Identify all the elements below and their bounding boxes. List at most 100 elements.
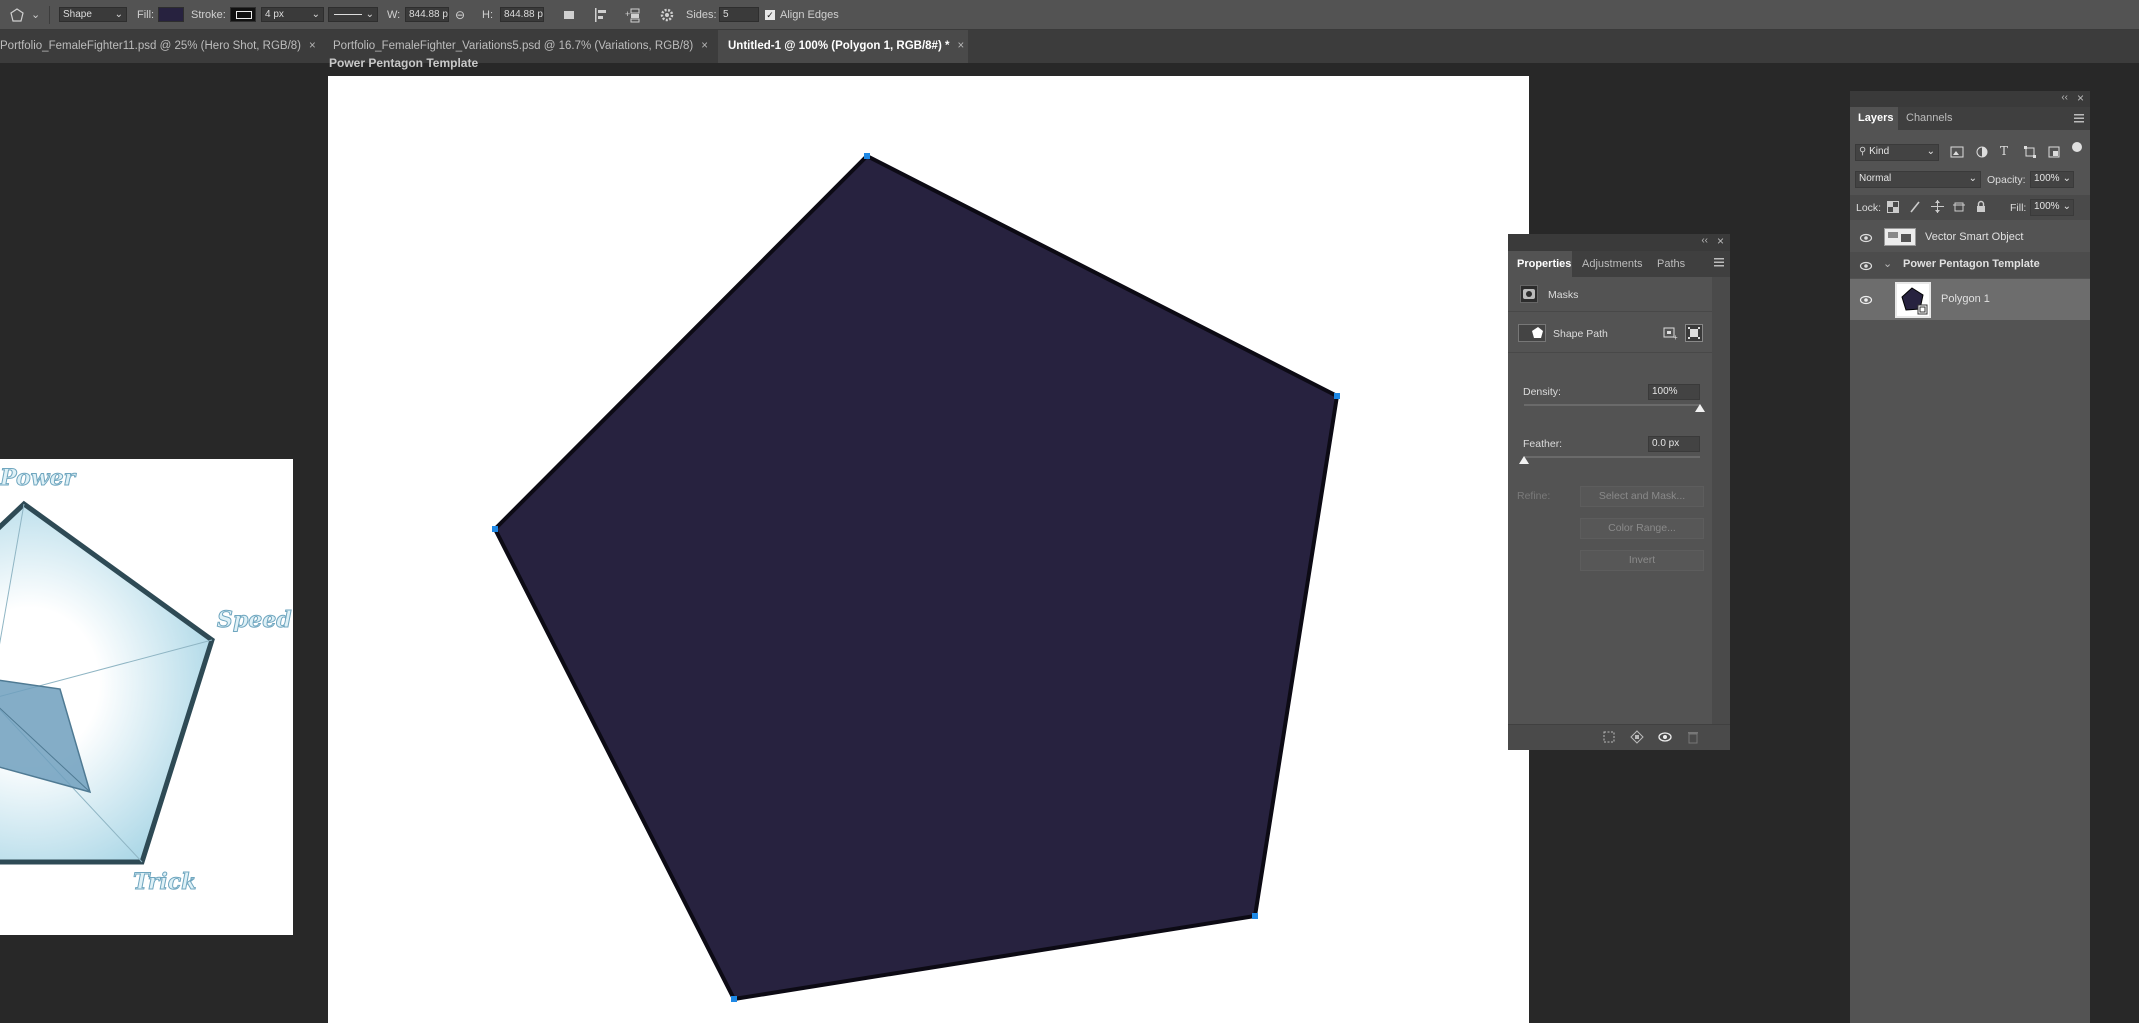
lock-all-icon[interactable] <box>1975 200 1987 213</box>
collapse-icon[interactable]: ‹‹ <box>1701 235 1708 246</box>
tab-properties[interactable]: Properties <box>1508 251 1572 277</box>
properties-panel-header[interactable]: ‹‹ × <box>1508 234 1730 251</box>
path-alignment-icon[interactable] <box>592 6 610 24</box>
tab-hero-shot[interactable]: Portfolio_FemaleFighter11.psd @ 25% (Her… <box>0 30 328 63</box>
reference-label-trick: Trick <box>132 869 197 896</box>
feather-input[interactable]: 0.0 px <box>1648 436 1700 452</box>
density-input[interactable]: 100% <box>1648 384 1700 400</box>
feather-slider-thumb[interactable] <box>1519 456 1529 464</box>
fill-input[interactable]: 100% ⌄ <box>2030 199 2074 216</box>
lock-transparent-pixels-icon[interactable] <box>1887 201 1899 213</box>
chevron-down-icon: ⌄ <box>2062 173 2071 184</box>
properties-footer <box>1508 724 1730 750</box>
svg-text:+: + <box>1673 333 1678 341</box>
feather-slider-track[interactable] <box>1524 456 1700 458</box>
width-input[interactable]: 844.88 p <box>405 7 449 22</box>
density-label: Density: <box>1523 386 1561 398</box>
adjustment-layer-filter-icon[interactable] <box>1975 145 1989 159</box>
collapse-icon[interactable]: ‹‹ <box>2061 92 2068 103</box>
lock-position-icon[interactable] <box>1931 200 1944 213</box>
feather-label: Feather: <box>1523 438 1563 450</box>
tab-layers[interactable]: Layers <box>1850 107 1898 130</box>
eye-icon[interactable] <box>1859 259 1873 273</box>
pentagon-artwork <box>492 153 1340 1002</box>
tool-preset-chevron-icon[interactable]: ⌄ <box>31 0 40 30</box>
close-icon[interactable]: × <box>701 40 708 52</box>
select-and-mask-button[interactable]: Select and Mask... <box>1580 486 1704 507</box>
tab-channels[interactable]: Channels <box>1906 107 1952 130</box>
fill-label: Fill: <box>2010 202 2027 214</box>
pentagon-shape[interactable] <box>492 153 1340 1002</box>
stroke-color-swatch[interactable] <box>230 7 256 22</box>
fill-color-swatch[interactable] <box>158 7 184 22</box>
link-icon[interactable]: ⊖ <box>455 0 465 30</box>
close-icon[interactable]: × <box>957 40 964 52</box>
tool-mode-select[interactable]: Shape ⌄ <box>59 7 127 22</box>
sides-input[interactable]: 5 <box>719 7 759 22</box>
close-icon[interactable]: × <box>2077 91 2084 105</box>
divider <box>1508 311 1712 312</box>
svg-text:+: + <box>625 9 630 19</box>
layers-panel-header[interactable]: ‹‹ × <box>1850 91 2090 107</box>
eye-icon[interactable] <box>1658 730 1672 744</box>
trash-icon[interactable] <box>1686 730 1700 744</box>
stroke-type-select[interactable]: ⌄ <box>328 7 378 22</box>
stroke-width-select[interactable]: 4 px ⌄ <box>261 7 324 22</box>
polygon-tool-icon[interactable] <box>8 6 26 24</box>
reference-pentagon-image <box>0 500 215 865</box>
layer-row-polygon-1[interactable]: Polygon 1 <box>1850 279 2090 320</box>
layer-filter-select[interactable]: ⚲ Kind ⌄ <box>1855 144 1939 161</box>
add-vector-mask-icon[interactable]: + <box>1663 325 1679 342</box>
height-input[interactable]: 844.88 p <box>500 7 544 22</box>
anchor-point-bottom-left[interactable] <box>731 996 737 1002</box>
properties-panel: Properties Adjustments Paths Masks Shape… <box>1508 251 1730 750</box>
smart-object-filter-icon[interactable] <box>2047 145 2061 159</box>
invert-button[interactable]: Invert <box>1580 550 1704 571</box>
tab-label: Portfolio_FemaleFighter_Variations5.psd … <box>333 40 694 52</box>
eye-icon[interactable] <box>1859 293 1873 307</box>
color-range-button[interactable]: Color Range... <box>1580 518 1704 539</box>
layer-name: Polygon 1 <box>1941 293 1990 305</box>
anchor-point-right[interactable] <box>1334 393 1340 399</box>
shape-layer-filter-icon[interactable] <box>2023 145 2037 159</box>
close-icon[interactable]: × <box>309 40 316 52</box>
opacity-input[interactable]: 100% ⌄ <box>2030 171 2074 188</box>
document-title: Power Pentagon Template <box>329 56 479 70</box>
anchor-point-left[interactable] <box>492 526 498 532</box>
tab-adjustments[interactable]: Adjustments <box>1582 251 1643 277</box>
blend-mode-select[interactable]: Normal ⌄ <box>1855 171 1981 188</box>
divider <box>49 6 50 24</box>
document-canvas[interactable] <box>328 76 1529 1023</box>
eye-icon[interactable] <box>1859 231 1873 245</box>
chevron-down-icon[interactable]: ⌄ <box>1883 257 1892 270</box>
path-operations-icon[interactable] <box>560 6 578 24</box>
align-edges-checkbox[interactable]: ✓ <box>765 10 775 20</box>
lock-image-pixels-icon[interactable] <box>1909 201 1921 213</box>
tab-untitled-1[interactable]: Untitled-1 @ 100% (Polygon 1, RGB/8#) * × <box>718 30 968 63</box>
layer-row-vector-smart-object[interactable]: Vector Smart Object <box>1850 224 2090 251</box>
path-arrangement-icon[interactable]: + <box>624 6 642 24</box>
lock-artboard-icon[interactable] <box>1953 201 1965 213</box>
anchor-point-bottom-right[interactable] <box>1252 913 1258 919</box>
select-pixel-mask-icon[interactable] <box>1685 324 1703 342</box>
pixel-layer-filter-icon[interactable] <box>1950 145 1964 159</box>
blend-mode-value: Normal <box>1859 173 1892 184</box>
load-selection-icon[interactable] <box>1602 730 1616 744</box>
panel-menu-icon[interactable] <box>1714 257 1724 267</box>
shape-path-thumbnail[interactable] <box>1518 324 1546 342</box>
gear-icon[interactable] <box>658 6 676 24</box>
properties-scrollbar[interactable] <box>1712 277 1730 724</box>
anchor-point-top[interactable] <box>864 153 870 159</box>
reference-image-window[interactable]: Power Speed Trick <box>0 459 293 935</box>
density-slider-track[interactable] <box>1524 404 1700 406</box>
close-icon[interactable]: × <box>1717 234 1724 248</box>
layer-row-power-pentagon-template[interactable]: ⌄ Power Pentagon Template <box>1850 252 2090 278</box>
type-layer-filter-icon[interactable]: T <box>2000 144 2014 158</box>
filter-toggle-icon[interactable] <box>2072 142 2082 152</box>
apply-mask-icon[interactable] <box>1630 730 1644 744</box>
panel-menu-icon[interactable] <box>2074 113 2084 123</box>
density-slider-thumb[interactable] <box>1695 404 1705 412</box>
chevron-down-icon: ⌄ <box>311 9 320 20</box>
layer-thumbnail <box>1895 282 1931 318</box>
tab-paths[interactable]: Paths <box>1657 251 1685 277</box>
